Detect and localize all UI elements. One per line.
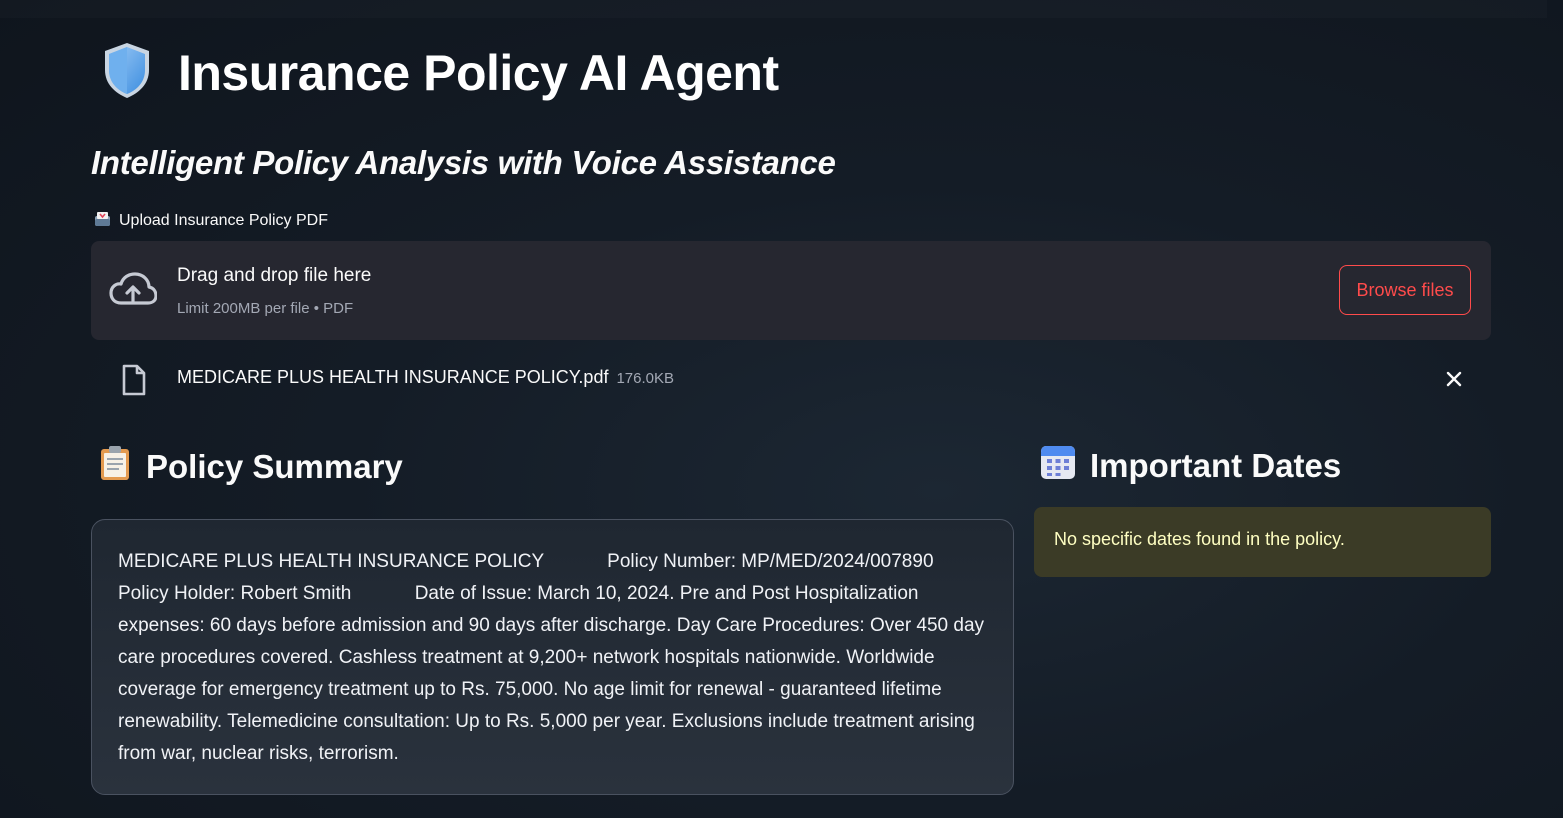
app-header: Insurance Policy AI Agent (100, 40, 779, 105)
policy-summary-card: MEDICARE PLUS HEALTH INSURANCE POLICY Po… (91, 519, 1014, 795)
page-title: Insurance Policy AI Agent (178, 44, 779, 101)
page-subtitle: Intelligent Policy Analysis with Voice A… (91, 144, 836, 181)
browse-files-button[interactable]: Browse files (1339, 265, 1471, 315)
policy-summary-heading: Policy Summary (98, 444, 403, 490)
inbox-tray-icon (94, 210, 111, 232)
policy-summary-heading-text: Policy Summary (146, 448, 403, 485)
clipboard-icon (98, 444, 132, 490)
important-dates-heading-text: Important Dates (1090, 447, 1342, 484)
dropzone-title: Drag and drop file here (177, 265, 372, 286)
calendar-icon (1040, 444, 1076, 488)
file-dropzone[interactable]: Drag and drop file here Limit 200MB per … (91, 241, 1491, 340)
cloud-upload-icon (109, 271, 158, 314)
important-dates-heading: Important Dates (1040, 444, 1341, 488)
file-icon (121, 364, 147, 401)
uploaded-file-name: MEDICARE PLUS HEALTH INSURANCE POLICY.pd… (177, 367, 609, 387)
no-dates-warning: No specific dates found in the policy. (1034, 507, 1491, 577)
uploaded-file-size: 176.0KB (616, 370, 675, 387)
close-icon[interactable] (1441, 366, 1467, 392)
upload-label-text: Upload Insurance Policy PDF (119, 212, 328, 229)
dropzone-limit: Limit 200MB per file • PDF (177, 300, 354, 317)
uploaded-file-row: MEDICARE PLUS HEALTH INSURANCE POLICY.pd… (91, 354, 1491, 404)
shield-icon (100, 40, 154, 105)
top-bar (0, 0, 1547, 18)
upload-label: Upload Insurance Policy PDF (94, 210, 328, 232)
